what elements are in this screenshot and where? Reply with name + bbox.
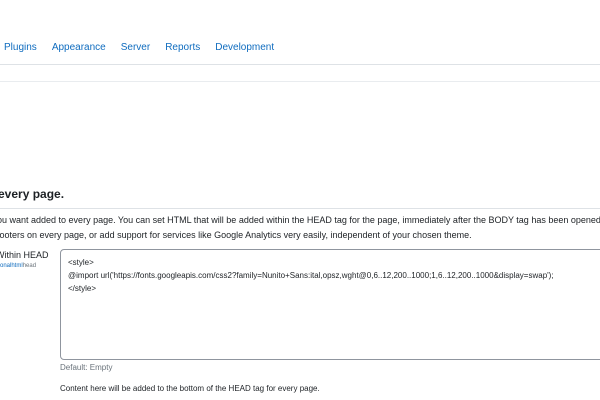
setting-identifier: tionalhtmlhead	[0, 263, 36, 269]
setting-identifier-link: tionalhtml	[0, 263, 23, 269]
setting-help-text: Content here will be added to the bottom…	[60, 384, 320, 393]
admin-settings-page: Plugins Appearance Server Reports Develo…	[0, 0, 600, 400]
setting-label: Within HEAD	[0, 250, 49, 260]
description-line-1: ou want added to every page. You can set…	[0, 215, 600, 225]
admin-secondary-nav: Plugins Appearance Server Reports Develo…	[0, 0, 600, 65]
head-html-textarea[interactable]: <style> @import url('https://fonts.googl…	[60, 249, 600, 360]
tab-appearance[interactable]: Appearance	[52, 42, 106, 53]
tab-server[interactable]: Server	[121, 42, 150, 53]
tab-reports[interactable]: Reports	[165, 42, 200, 53]
description-line-2: footers on every page, or add support fo…	[0, 230, 472, 240]
tab-development[interactable]: Development	[215, 42, 274, 53]
section-description: ou want added to every page. You can set…	[0, 213, 600, 243]
default-value-note: Default: Empty	[60, 363, 113, 372]
section-heading: every page.	[0, 187, 65, 201]
nav-tab-list: Plugins Appearance Server Reports Develo…	[4, 42, 289, 53]
section-divider	[0, 208, 600, 209]
setting-identifier-tail: head	[22, 263, 37, 269]
divider	[0, 81, 600, 82]
tab-plugins[interactable]: Plugins	[4, 42, 37, 53]
